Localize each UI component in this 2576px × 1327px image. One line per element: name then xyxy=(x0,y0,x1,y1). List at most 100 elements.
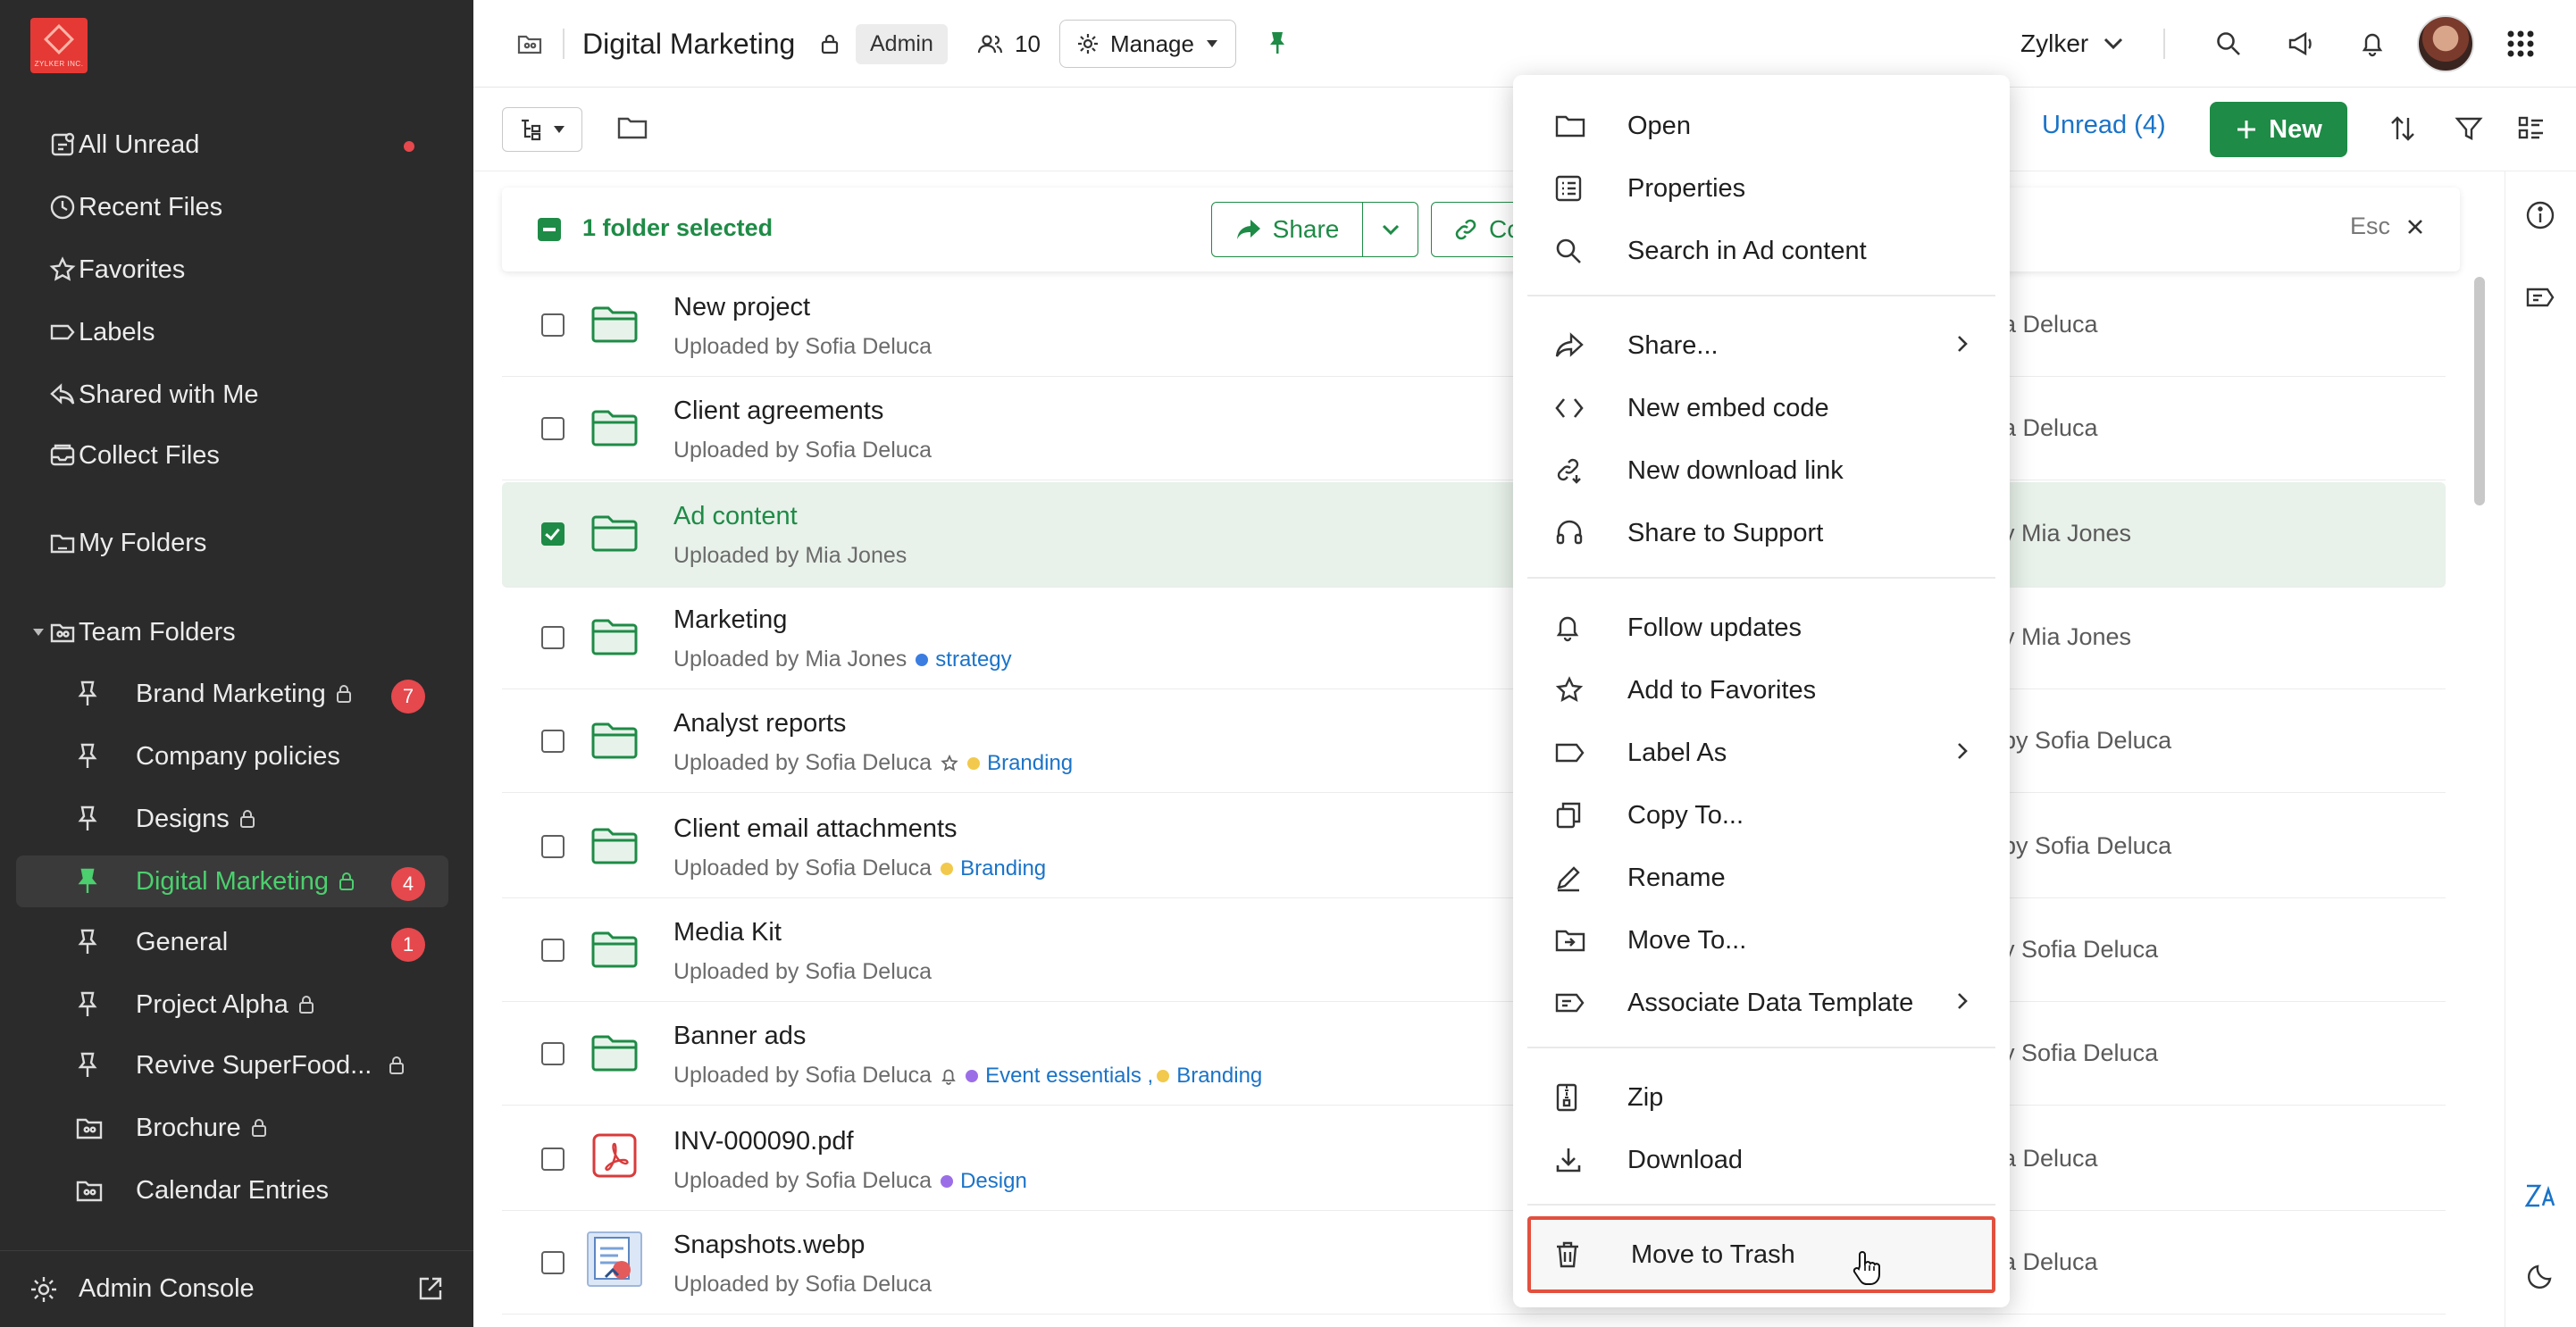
table-row[interactable]: Analyst reports Uploaded by Sofia Deluca B… xyxy=(502,689,2446,793)
menu-item-share[interactable]: Share... xyxy=(1527,316,1995,375)
avatar[interactable] xyxy=(2417,15,2474,72)
data-template-icon[interactable] xyxy=(2525,284,2557,311)
search-icon[interactable] xyxy=(2215,0,2242,88)
menu-item-search[interactable]: Search in Ad content xyxy=(1527,221,1995,280)
team-folder-designs[interactable]: Designs xyxy=(16,793,448,845)
row-checkbox[interactable] xyxy=(541,522,565,546)
sidebar-item-labels[interactable]: Labels xyxy=(16,305,448,359)
team-folder-company-policies[interactable]: Company policies xyxy=(16,730,448,782)
app-grid-icon[interactable] xyxy=(2506,0,2535,88)
folder-icon[interactable] xyxy=(616,114,648,141)
manage-button[interactable]: Manage xyxy=(1059,20,1236,68)
dark-mode-icon[interactable] xyxy=(2527,1261,2555,1289)
row-checkbox[interactable] xyxy=(541,1148,565,1171)
menu-item-share-support[interactable]: Share to Support xyxy=(1527,504,1995,563)
menu-item-move-to-trash[interactable]: Move to Trash xyxy=(1527,1216,1995,1293)
menu-item-open[interactable]: Open xyxy=(1527,96,1995,155)
external-link-icon[interactable] xyxy=(416,1274,445,1303)
menu-item-embed-code[interactable]: New embed code xyxy=(1527,379,1995,438)
team-folders-header[interactable]: Team Folders xyxy=(16,605,448,659)
table-row[interactable]: Snapshots.webp Uploaded by Sofia Deluca a … xyxy=(502,1211,2446,1314)
new-button[interactable]: New xyxy=(2210,102,2347,157)
table-row[interactable]: Banner ads Uploaded by Sofia Deluca Event … xyxy=(502,1002,2446,1106)
row-checkbox[interactable] xyxy=(541,1042,565,1065)
sidebar-item-shared-with-me[interactable]: Shared with Me xyxy=(16,368,448,421)
menu-item-download-link[interactable]: New download link xyxy=(1527,441,1995,500)
label-tag[interactable]: Branding xyxy=(941,856,1046,881)
table-row[interactable]: INV-000090.pdf Uploaded by Sofia Deluca De… xyxy=(502,1107,2446,1211)
org-switcher[interactable]: Zylker xyxy=(2020,0,2124,88)
sidebar-item-my-folders[interactable]: My Folders xyxy=(16,516,448,570)
menu-item-associate-template[interactable]: Associate Data Template xyxy=(1527,973,1995,1032)
sidebar-item-all-unread[interactable]: All Unread xyxy=(16,118,448,171)
label-tag[interactable]: Branding xyxy=(967,751,1073,776)
select-all-checkbox[interactable] xyxy=(538,218,561,241)
menu-item-rename[interactable]: Rename xyxy=(1527,848,1995,907)
table-row[interactable]: Media Kit Uploaded by Sofia Deluca y Sofia… xyxy=(502,898,2446,1002)
file-name[interactable]: Marketing xyxy=(673,605,787,635)
star-icon[interactable] xyxy=(941,754,958,772)
team-folder-revive-superfood[interactable]: Revive SuperFood... xyxy=(16,1039,448,1091)
file-name[interactable]: Banner ads xyxy=(673,1022,806,1051)
row-checkbox[interactable] xyxy=(541,626,565,649)
file-name[interactable]: Client email attachments xyxy=(673,814,958,844)
file-name[interactable]: Client agreements xyxy=(673,396,883,426)
file-name[interactable]: New project xyxy=(673,293,810,322)
bell-icon[interactable] xyxy=(941,1067,957,1085)
table-row[interactable]: New project Uploaded by Sofia Deluca a Del… xyxy=(502,273,2446,377)
menu-item-add-favorites[interactable]: Add to Favorites xyxy=(1527,661,1995,720)
share-button[interactable]: Share xyxy=(1211,202,1363,257)
translate-icon[interactable] xyxy=(2523,1181,2559,1213)
team-folder-project-alpha[interactable]: Project Alpha xyxy=(16,979,448,1031)
team-folder-digital-marketing[interactable]: Digital Marketing 4 xyxy=(16,855,448,907)
row-checkbox[interactable] xyxy=(541,417,565,440)
share-dropdown-button[interactable] xyxy=(1363,202,1418,257)
row-checkbox[interactable] xyxy=(541,835,565,858)
menu-item-properties[interactable]: Properties xyxy=(1527,159,1995,218)
menu-item-zip[interactable]: Zip xyxy=(1527,1068,1995,1127)
file-name[interactable]: Snapshots.webp xyxy=(673,1231,865,1260)
list-view-icon[interactable] xyxy=(2517,114,2546,143)
filter-icon[interactable] xyxy=(2455,114,2483,143)
info-icon[interactable] xyxy=(2525,200,2555,230)
table-row[interactable]: Ad content Uploaded by Mia Jones y Mia Jon… xyxy=(502,482,2446,588)
table-row[interactable]: Client email attachments Uploaded by Sofi… xyxy=(502,795,2446,898)
clear-selection[interactable]: Esc xyxy=(2350,213,2424,240)
table-row[interactable]: Marketing Uploaded by Mia Jones strategy y … xyxy=(502,586,2446,689)
file-name[interactable]: INV-000090.pdf xyxy=(673,1127,854,1156)
pin-filled-icon[interactable] xyxy=(1267,0,1288,88)
row-checkbox[interactable] xyxy=(541,730,565,753)
announcement-icon[interactable] xyxy=(2287,0,2315,88)
sort-icon[interactable] xyxy=(2388,114,2417,143)
company-logo[interactable]: ZYLKER INC. xyxy=(30,18,88,73)
caret-down-icon[interactable] xyxy=(32,627,45,638)
team-folder-brand-marketing[interactable]: Brand Marketing 7 xyxy=(16,668,448,720)
sidebar-item-collect-files[interactable]: Collect Files xyxy=(16,429,448,482)
sidebar-item-favorites[interactable]: Favorites xyxy=(16,243,448,296)
admin-console-bar[interactable]: Admin Console xyxy=(0,1250,473,1327)
scrollbar[interactable] xyxy=(2474,277,2485,505)
team-folder-general[interactable]: General 1 xyxy=(16,916,448,968)
menu-item-label-as[interactable]: Label As xyxy=(1527,723,1995,782)
label-tag[interactable]: Branding xyxy=(1157,1064,1262,1089)
file-name[interactable]: Analyst reports xyxy=(673,709,846,739)
menu-item-move-to[interactable]: Move To... xyxy=(1527,911,1995,970)
members-count[interactable]: 10 xyxy=(977,0,1041,88)
file-name[interactable]: Ad content xyxy=(673,502,798,531)
team-folder-calendar-entries[interactable]: Calendar Entries xyxy=(16,1164,448,1216)
label-tag[interactable]: strategy xyxy=(916,647,1012,672)
row-checkbox[interactable] xyxy=(541,939,565,962)
unread-filter-link[interactable]: Unread (4) xyxy=(2042,111,2166,140)
menu-item-copy-to[interactable]: Copy To... xyxy=(1527,786,1995,845)
sidebar-item-recent-files[interactable]: Recent Files xyxy=(16,180,448,234)
team-folder-brochure[interactable]: Brochure xyxy=(16,1102,448,1154)
view-tree-toggle[interactable] xyxy=(502,107,582,152)
bell-icon[interactable] xyxy=(2360,0,2385,88)
label-tag[interactable]: Design xyxy=(941,1169,1027,1194)
table-row[interactable]: Client agreements Uploaded by Sofia Deluc… xyxy=(502,377,2446,480)
file-name[interactable]: Media Kit xyxy=(673,918,782,947)
row-checkbox[interactable] xyxy=(541,1251,565,1274)
row-checkbox[interactable] xyxy=(541,313,565,337)
menu-item-follow-updates[interactable]: Follow updates xyxy=(1527,598,1995,657)
menu-item-download[interactable]: Download xyxy=(1527,1131,1995,1189)
